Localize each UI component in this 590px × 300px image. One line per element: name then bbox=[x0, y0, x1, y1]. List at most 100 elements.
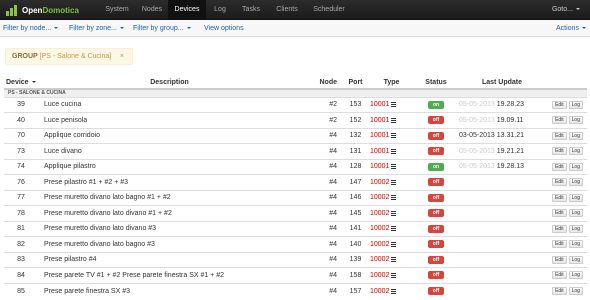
table-row[interactable]: 73 Luce divano #4 131 10001 off 05-05-2013 19.… bbox=[4, 143, 587, 159]
table-row[interactable]: 70 Applique corridoio #4 132 10001 off 03-05-2… bbox=[4, 127, 587, 144]
log-button[interactable]: Log bbox=[568, 162, 583, 171]
log-button[interactable]: Log bbox=[568, 131, 583, 140]
list-icon[interactable] bbox=[391, 226, 397, 232]
port-column-header[interactable]: Port bbox=[341, 77, 370, 90]
list-icon[interactable] bbox=[391, 133, 397, 139]
status-toggle-button[interactable]: off bbox=[428, 240, 444, 249]
list-icon[interactable] bbox=[391, 179, 397, 185]
log-button[interactable]: Log bbox=[568, 193, 583, 202]
device-type[interactable]: 10002 bbox=[370, 194, 389, 201]
edit-button[interactable]: Edit bbox=[552, 209, 567, 218]
list-icon[interactable] bbox=[391, 288, 397, 294]
status-toggle-button[interactable]: off bbox=[428, 193, 444, 202]
table-row[interactable]: 85 Prese parete finestra SX #3 #4 157 10002 o… bbox=[4, 282, 587, 299]
table-row[interactable]: 39 Luce cucina #2 153 10001 on 05-05-2013 19.2… bbox=[4, 96, 587, 113]
list-icon[interactable] bbox=[391, 164, 397, 170]
edit-button[interactable]: Edit bbox=[552, 178, 567, 187]
list-icon[interactable] bbox=[391, 117, 397, 123]
device-type[interactable]: 10001 bbox=[370, 132, 389, 139]
type-column-header[interactable]: Type bbox=[370, 77, 413, 90]
edit-button[interactable]: Edit bbox=[552, 116, 567, 125]
brand[interactable]: OpenDomotica bbox=[6, 4, 79, 16]
nav-scheduler[interactable]: Scheduler bbox=[306, 0, 352, 20]
device-type[interactable]: 10002 bbox=[370, 288, 389, 295]
status-column-header[interactable]: Status bbox=[413, 77, 459, 90]
status-toggle-button[interactable]: off bbox=[428, 287, 444, 295]
device-type[interactable]: 10001 bbox=[370, 101, 389, 108]
actions-dropdown[interactable]: Actions bbox=[556, 20, 586, 37]
log-button[interactable]: Log bbox=[568, 147, 583, 156]
device-type[interactable]: 10001 bbox=[370, 117, 389, 124]
goto-dropdown[interactable]: Goto... bbox=[552, 0, 580, 20]
table-row[interactable]: 77 Prese muretto divano lato bagno #1 + #… bbox=[4, 189, 587, 206]
edit-button[interactable]: Edit bbox=[552, 287, 567, 295]
table-row[interactable]: 74 Applique pilastro #4 128 10001 on 05-05-201… bbox=[4, 158, 587, 175]
log-button[interactable]: Log bbox=[568, 287, 583, 295]
log-button[interactable]: Log bbox=[568, 224, 583, 233]
node-column-header[interactable]: Node bbox=[301, 77, 341, 90]
status-toggle-button[interactable]: off bbox=[428, 255, 444, 264]
list-icon[interactable] bbox=[391, 272, 397, 278]
log-button[interactable]: Log bbox=[568, 116, 583, 125]
status-toggle-button[interactable]: off bbox=[428, 271, 444, 280]
status-toggle-button[interactable]: on bbox=[428, 162, 444, 171]
device-type[interactable]: 10002 bbox=[370, 256, 389, 263]
status-toggle-button[interactable]: off bbox=[428, 224, 444, 233]
list-icon[interactable] bbox=[391, 210, 397, 216]
description-column-header[interactable]: Description bbox=[38, 77, 301, 90]
filter-by-zone-dropdown[interactable]: Filter by zone... bbox=[69, 20, 124, 37]
device-type[interactable]: 10002 bbox=[370, 179, 389, 186]
edit-button[interactable]: Edit bbox=[552, 147, 567, 156]
log-button[interactable]: Log bbox=[568, 240, 583, 249]
status-toggle-button[interactable]: off bbox=[428, 178, 444, 187]
close-icon[interactable]: × bbox=[120, 49, 124, 64]
device-type[interactable]: 10002 bbox=[370, 272, 389, 279]
list-icon[interactable] bbox=[391, 241, 397, 247]
table-row[interactable]: 76 Prese pilastro #1 + #2 + #3 #4 147 10002 o… bbox=[4, 174, 587, 190]
filter-by-group-dropdown[interactable]: Filter by group... bbox=[133, 20, 191, 37]
nav-clients[interactable]: Clients bbox=[268, 0, 306, 20]
table-row[interactable]: 84 Prese parete TV #1 + #2 Prese parete f… bbox=[4, 267, 587, 283]
list-icon[interactable] bbox=[391, 257, 397, 263]
nav-tasks[interactable]: Tasks bbox=[234, 0, 268, 20]
edit-button[interactable]: Edit bbox=[552, 255, 567, 264]
table-row[interactable]: 83 Prese pilastro #4 #4 139 10002 off Edit Log bbox=[4, 251, 587, 268]
device-type[interactable]: 10002 bbox=[370, 210, 389, 217]
device-type[interactable]: 10002 bbox=[370, 241, 389, 248]
nav-log[interactable]: Log bbox=[206, 0, 234, 20]
status-toggle-button[interactable]: on bbox=[428, 100, 444, 109]
last-update-column-header[interactable]: Last Update bbox=[459, 77, 545, 90]
table-row[interactable]: 81 Prese muretto divano lato divano #3 #4 1… bbox=[4, 220, 587, 237]
status-toggle-button[interactable]: off bbox=[428, 116, 444, 125]
list-icon[interactable] bbox=[391, 102, 397, 108]
device-type[interactable]: 10001 bbox=[370, 163, 389, 170]
edit-button[interactable]: Edit bbox=[552, 224, 567, 233]
log-button[interactable]: Log bbox=[568, 209, 583, 218]
status-toggle-button[interactable]: off bbox=[428, 209, 444, 218]
edit-button[interactable]: Edit bbox=[552, 240, 567, 249]
device-column-header[interactable]: Device bbox=[4, 77, 38, 90]
nav-system[interactable]: System bbox=[98, 0, 136, 20]
edit-button[interactable]: Edit bbox=[552, 162, 567, 171]
status-toggle-button[interactable]: off bbox=[428, 131, 444, 140]
table-row[interactable]: 78 Prese muretto divano lato divano #1 + … bbox=[4, 205, 587, 221]
log-button[interactable]: Log bbox=[568, 255, 583, 264]
device-type[interactable]: 10002 bbox=[370, 225, 389, 232]
view-options-link[interactable]: View options bbox=[204, 20, 244, 37]
device-type[interactable]: 10001 bbox=[370, 148, 389, 155]
edit-button[interactable]: Edit bbox=[552, 131, 567, 140]
list-icon[interactable] bbox=[391, 148, 397, 154]
nav-nodes[interactable]: Nodes bbox=[136, 0, 168, 20]
edit-button[interactable]: Edit bbox=[552, 100, 567, 109]
log-button[interactable]: Log bbox=[568, 178, 583, 187]
nav-devices[interactable]: Devices bbox=[168, 0, 206, 20]
filter-by-node-dropdown[interactable]: Filter by node... bbox=[3, 20, 59, 37]
table-row[interactable]: 40 Luce penisola #2 152 10001 off 05-05-2013 1… bbox=[4, 112, 587, 128]
edit-button[interactable]: Edit bbox=[552, 193, 567, 202]
list-icon[interactable] bbox=[391, 195, 397, 201]
edit-button[interactable]: Edit bbox=[552, 271, 567, 280]
status-toggle-button[interactable]: off bbox=[428, 147, 444, 156]
log-button[interactable]: Log bbox=[568, 271, 583, 280]
log-button[interactable]: Log bbox=[568, 100, 583, 109]
table-row[interactable]: 82 Prese muretto divano lato bagno #3 #4 14… bbox=[4, 236, 587, 252]
